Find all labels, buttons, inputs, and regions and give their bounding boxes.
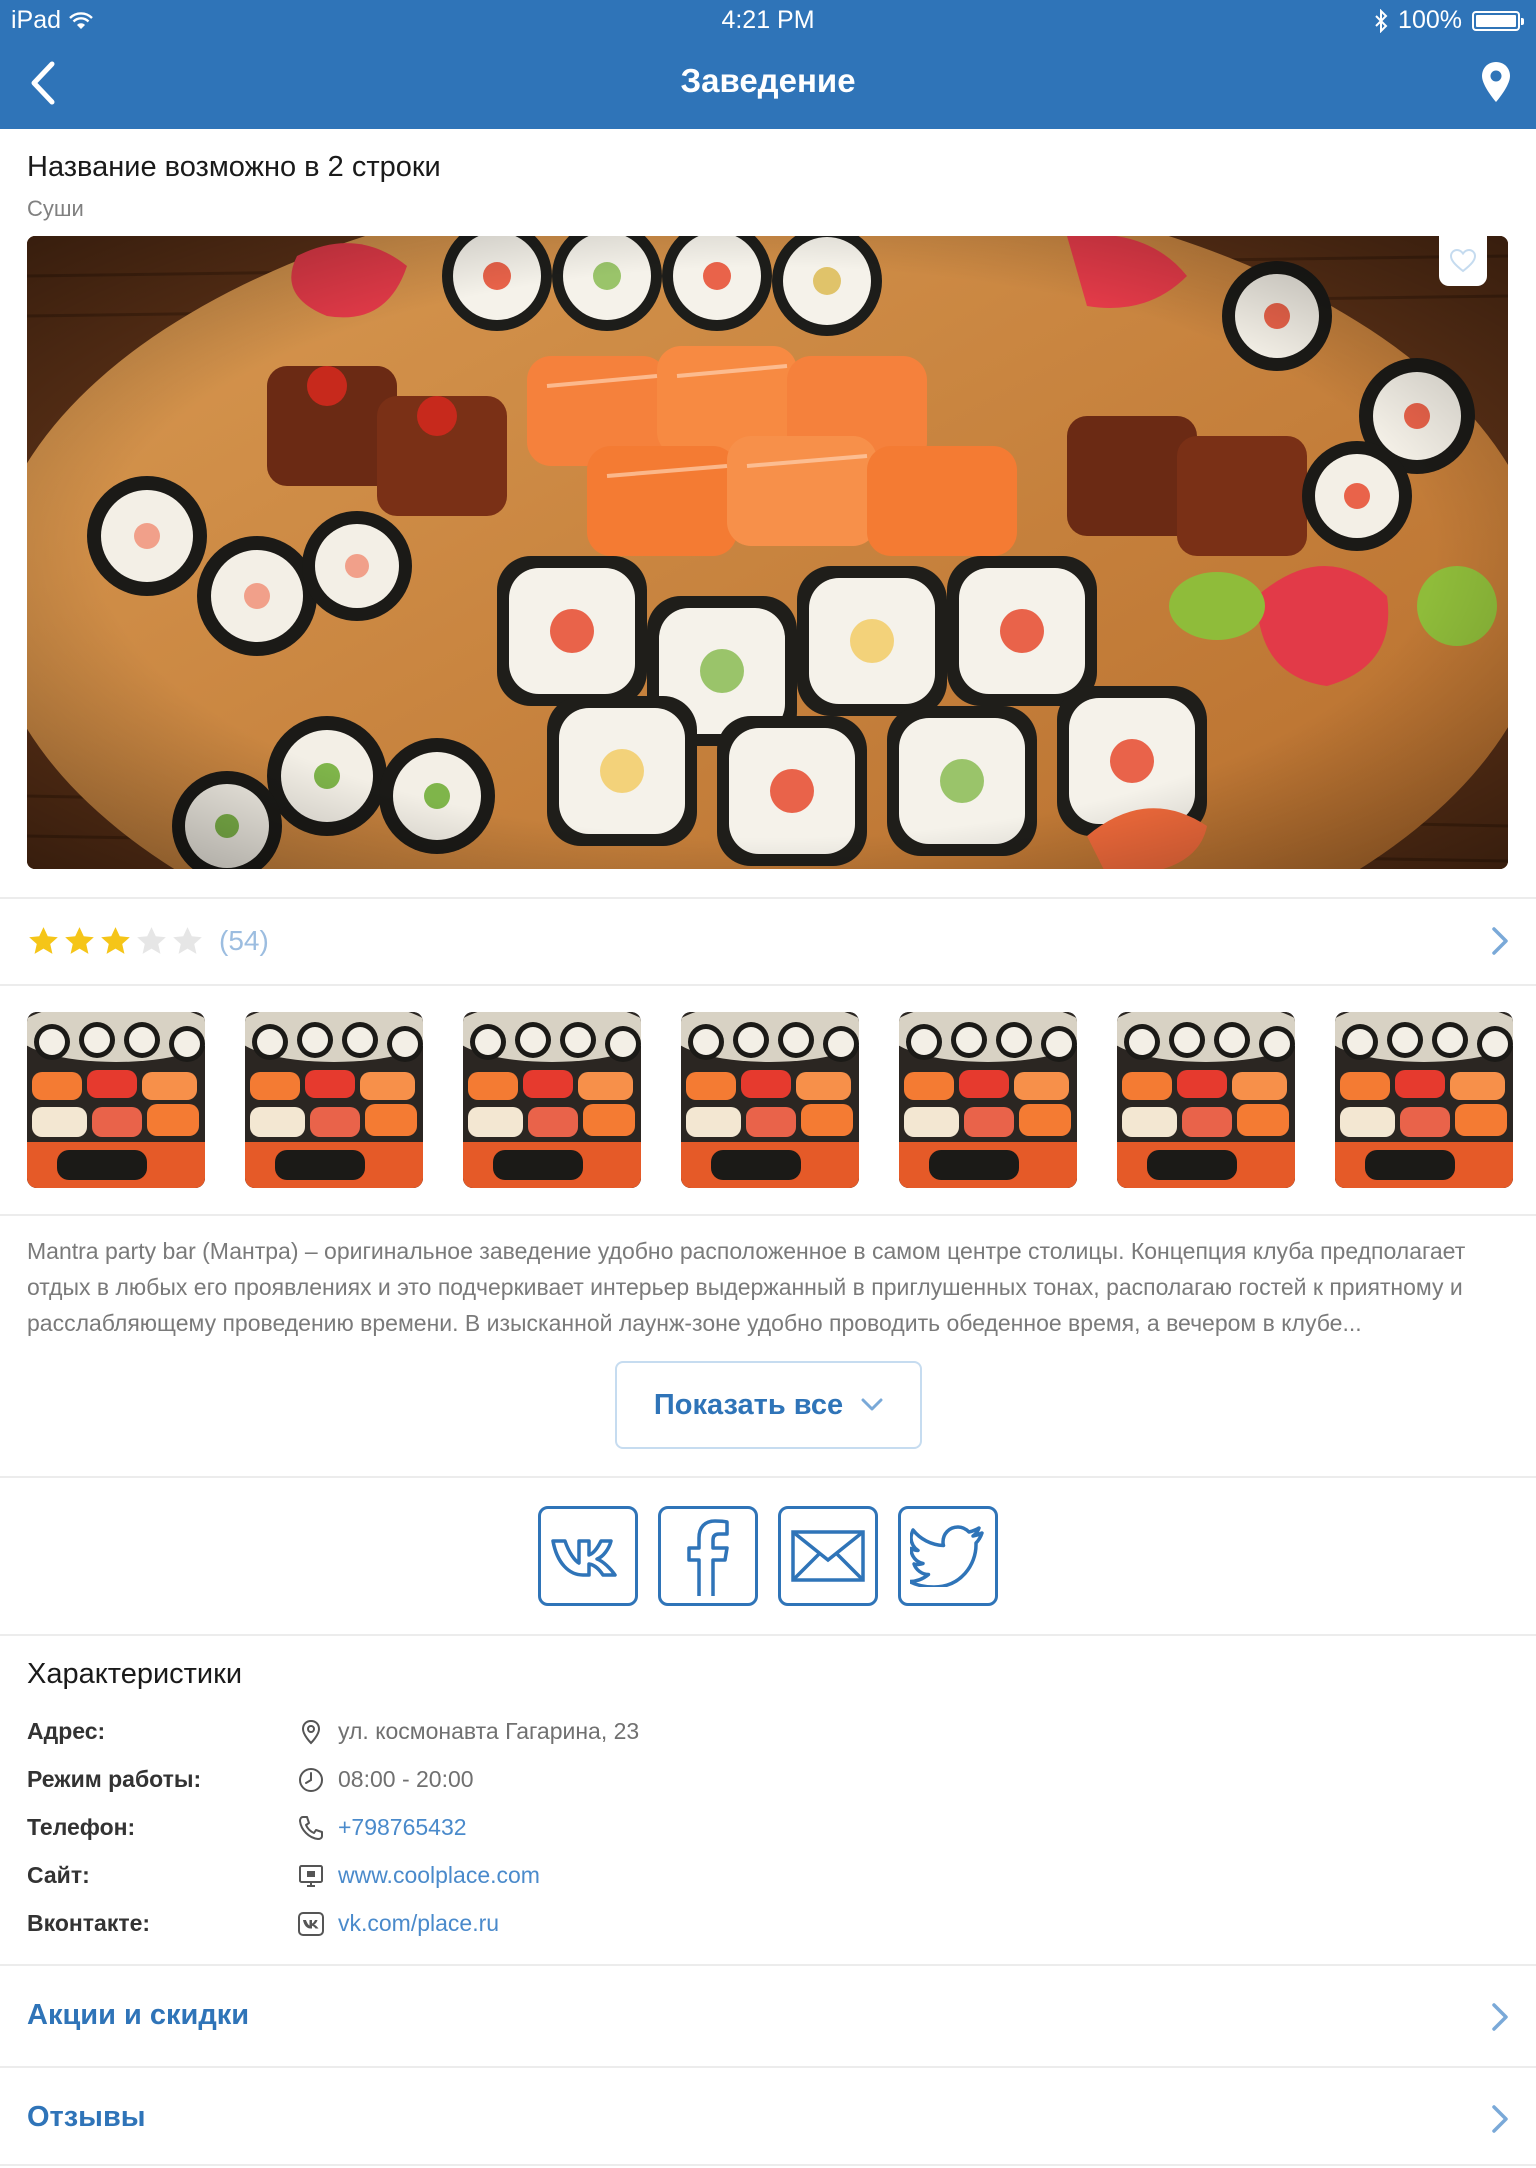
char-label: Вконтакте: [27,1910,151,1936]
divider [0,1476,1536,1478]
promotions-label: Акции и скидки [27,1999,250,2031]
divider [0,1214,1536,1216]
star-icon-filled [101,926,130,954]
char-value-hours: 08:00 - 20:00 [338,1766,474,1792]
status-bar: iPad 4:21 PM 100% [0,0,1536,40]
photo-gallery [27,1012,1513,1188]
vk-icon [551,1539,617,1577]
gallery-thumbnail[interactable] [1335,1012,1513,1188]
char-label: Адрес: [27,1718,106,1744]
char-label: Телефон: [27,1814,136,1840]
char-row-hours: Режим работы: 08:00 - 20:00 [27,1760,1507,1800]
twitter-icon [910,1525,984,1587]
char-row-site: Сайт: www.coolplace.com [27,1856,1507,1896]
hero-photo[interactable] [27,236,1508,869]
gallery-thumbnail[interactable] [245,1012,423,1188]
sushi-photo-illustration [27,236,1508,869]
location-pin-icon [301,1719,321,1745]
divider [0,984,1536,986]
map-pin-icon[interactable] [1476,58,1516,108]
promotions-row[interactable]: Акции и скидки [0,1966,1536,2066]
star-icon-empty [173,926,202,954]
char-row-vk: Вконтакте: vk.com/place.ru [27,1904,1507,1944]
mail-share-button[interactable] [778,1506,878,1606]
gallery-thumbnail[interactable] [1117,1012,1295,1188]
social-share-bar [538,1506,998,1606]
favorite-button[interactable] [1439,236,1487,286]
divider [0,1634,1536,1636]
char-row-address: Адрес: ул. космонавта Гагарина, 23 [27,1712,1507,1752]
char-row-phone: Телефон: +798765432 [27,1808,1507,1848]
divider [0,2164,1536,2166]
description-text: Mantra party bar (Мантра) – оригинальное… [27,1238,1466,1336]
gallery-thumbnail[interactable] [681,1012,859,1188]
characteristics-title: Характеристики [27,1658,243,1690]
star-icon-filled [29,926,58,954]
gallery-thumbnail[interactable] [27,1012,205,1188]
chevron-right-icon[interactable] [1490,926,1510,956]
nav-bar: Заведение [0,40,1536,129]
star-icon-filled [65,926,94,954]
battery-percent: 100% [1398,6,1462,34]
heart-icon [1450,249,1476,273]
rating-count: (54) [219,925,269,956]
divider [0,897,1536,899]
char-label: Сайт: [27,1862,90,1888]
vk-small-icon [298,1912,324,1936]
chevron-right-icon [1492,2003,1508,2031]
bluetooth-icon [1375,8,1388,33]
vk-link[interactable]: vk.com/place.ru [338,1910,499,1937]
twitter-share-button[interactable] [898,1506,998,1606]
website-link[interactable]: www.coolplace.com [338,1862,540,1889]
gallery-thumbnail[interactable] [899,1012,1077,1188]
clock-icon [299,1768,323,1792]
gallery-thumbnail[interactable] [463,1012,641,1188]
phone-icon [299,1816,323,1840]
reviews-label: Отзывы [27,2101,146,2133]
place-category: Суши [27,196,84,221]
place-name: Название возможно в 2 строки [27,151,441,183]
rating-row[interactable]: (54) [27,924,269,958]
char-label: Режим работы: [27,1766,202,1792]
chevron-right-icon [1492,2105,1508,2133]
reviews-row[interactable]: Отзывы [0,2068,1536,2168]
status-time: 4:21 PM [721,6,815,34]
mail-icon [791,1530,865,1582]
chevron-down-icon [861,1398,883,1411]
battery-icon [1472,10,1524,31]
show-all-label: Показать все [653,1388,844,1421]
facebook-share-button[interactable] [658,1506,758,1606]
monitor-icon [299,1865,323,1887]
phone-link[interactable]: +798765432 [338,1814,467,1841]
show-all-button[interactable]: Показать все [615,1361,922,1449]
star-icon-empty [137,926,166,954]
page-title: Заведение [680,62,856,99]
facebook-icon [687,1519,729,1596]
vk-share-button[interactable] [538,1506,638,1606]
char-value-address: ул. космонавта Гагарина, 23 [338,1718,640,1744]
